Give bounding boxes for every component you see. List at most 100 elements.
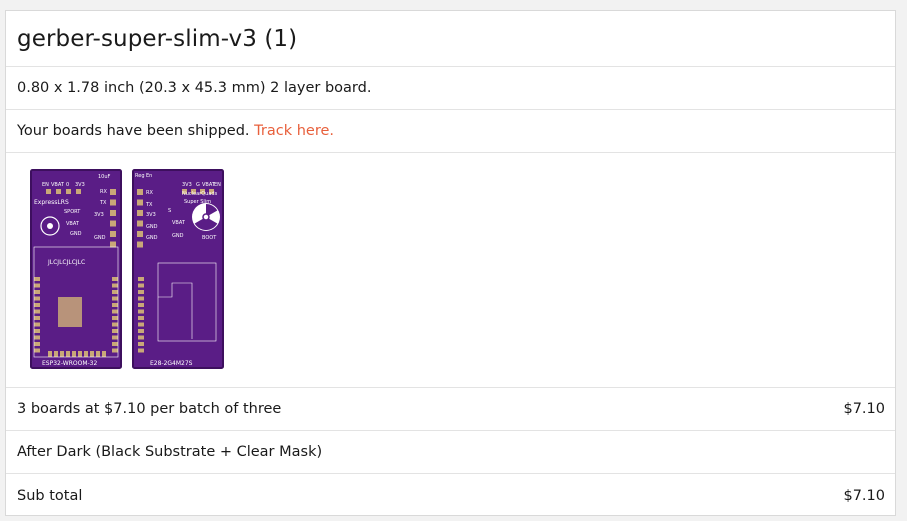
pcb-pad bbox=[138, 290, 144, 294]
board-size-row: 0.80 x 1.78 inch (20.3 x 45.3 mm) 2 laye… bbox=[6, 67, 895, 110]
top-silk-sport: SPORT bbox=[64, 209, 81, 215]
pcb-bottom-image[interactable]: Reg En 3V3 G VBAT EN RX NuclearQuads TX … bbox=[132, 169, 224, 369]
pcb-pad bbox=[90, 351, 94, 357]
pcb-pad bbox=[137, 220, 143, 227]
pcb-pad bbox=[110, 231, 116, 237]
bot-silk-gnd: GND bbox=[146, 224, 158, 230]
pcb-pad bbox=[34, 335, 40, 340]
bot-silk-rx: RX bbox=[146, 190, 153, 196]
pcb-pad bbox=[34, 329, 40, 333]
pcb-pad bbox=[112, 296, 118, 301]
pcb-pad bbox=[34, 296, 40, 301]
order-card: gerber-super-slim-v3 (1) 0.80 x 1.78 inc… bbox=[5, 10, 896, 516]
pcb-pad bbox=[110, 241, 116, 248]
line-item-price: $7.10 bbox=[843, 401, 885, 417]
pcb-pad bbox=[110, 220, 116, 227]
pcb-pad bbox=[110, 210, 116, 216]
order-title: gerber-super-slim-v3 (1) bbox=[17, 25, 298, 52]
pcb-pad bbox=[137, 210, 143, 216]
pcb-pad bbox=[138, 335, 144, 340]
pcb-pad bbox=[78, 351, 82, 357]
pcb-pad bbox=[112, 309, 118, 314]
pcb-pad bbox=[76, 189, 81, 194]
pcb-pad bbox=[112, 342, 118, 346]
pcb-pad bbox=[34, 277, 40, 281]
radiation-logo-icon bbox=[192, 203, 220, 231]
top-silk-3v3: 3V3 bbox=[75, 182, 85, 188]
track-link[interactable]: Track here. bbox=[254, 123, 334, 139]
pcb-pad bbox=[34, 309, 40, 314]
top-silk-vbat: VBAT bbox=[51, 182, 65, 188]
bot-silk-tx: TX bbox=[145, 202, 153, 208]
pcb-pad bbox=[66, 351, 70, 357]
pcb-pad bbox=[112, 348, 118, 353]
top-silk-en: EN bbox=[42, 182, 49, 188]
pcb-pad bbox=[138, 316, 144, 320]
pcb-pad bbox=[34, 322, 40, 327]
option-label: After Dark (Black Substrate + Clear Mask… bbox=[17, 444, 323, 460]
board-size-text: 0.80 x 1.78 inch (20.3 x 45.3 mm) 2 laye… bbox=[17, 80, 372, 96]
pcb-pad bbox=[138, 342, 144, 346]
pcb-pad bbox=[112, 283, 118, 288]
pcb-pad bbox=[112, 335, 118, 340]
pcb-pad bbox=[102, 351, 106, 357]
top-silk-jlc: JLCJLCJLCJLC bbox=[47, 259, 85, 266]
bot-silk-en: En bbox=[146, 173, 152, 179]
pcb-pad bbox=[137, 189, 143, 195]
pcb-pad bbox=[34, 316, 40, 320]
pcb-pad bbox=[34, 283, 40, 288]
order-header: gerber-super-slim-v3 (1) bbox=[6, 11, 895, 67]
pcb-pad bbox=[96, 351, 100, 357]
top-silk-0: 0 bbox=[66, 182, 69, 188]
shipping-status-row: Your boards have been shipped. Track her… bbox=[6, 110, 895, 153]
pcb-pad bbox=[112, 290, 118, 294]
bot-silk-gnd-3: GND bbox=[172, 233, 184, 239]
bot-silk-nuclearquads: NuclearQuads bbox=[182, 191, 218, 197]
top-silk-expresslrs: ExpressLRS bbox=[34, 199, 69, 206]
pcb-pad bbox=[112, 322, 118, 327]
pcb-pad bbox=[46, 189, 51, 194]
top-silk-vbat-2: VBAT bbox=[66, 221, 80, 227]
bot-silk-boot: BOOT bbox=[202, 235, 217, 241]
pcb-pad bbox=[72, 351, 76, 357]
pcb-pad bbox=[110, 199, 116, 206]
bot-silk-s: S bbox=[168, 208, 171, 214]
pcb-pad bbox=[112, 277, 118, 281]
pcb-pad bbox=[66, 189, 71, 194]
pcb-pad bbox=[138, 296, 144, 301]
pcb-pad bbox=[110, 189, 116, 195]
pcb-pad bbox=[54, 351, 58, 357]
bot-silk-vbat-2: VBAT bbox=[172, 220, 186, 226]
bot-silk-3v3: 3V3 bbox=[182, 182, 192, 188]
bot-silk-reg: Reg bbox=[135, 173, 145, 179]
pcb-pad bbox=[138, 322, 144, 327]
pcb-pad bbox=[138, 283, 144, 288]
pcb-pad bbox=[48, 351, 52, 357]
pcb-pad bbox=[138, 277, 144, 281]
pcb-pad bbox=[138, 329, 144, 333]
top-silk-3v3-2: 3V3 bbox=[94, 212, 104, 218]
bot-silk-module: E28-2G4M27S bbox=[150, 360, 193, 367]
board-images-row: EN VBAT 0 3V3 10uF RX TX ExpressLRS SPOR… bbox=[6, 153, 895, 388]
pcb-pad bbox=[34, 290, 40, 294]
subtotal-row: Sub total $7.10 bbox=[6, 474, 895, 517]
pcb-pad bbox=[112, 303, 118, 307]
pcb-pad bbox=[34, 342, 40, 346]
bot-silk-g: G bbox=[196, 182, 200, 188]
pcb-top-image[interactable]: EN VBAT 0 3V3 10uF RX TX ExpressLRS SPOR… bbox=[30, 169, 122, 369]
line-item-row: 3 boards at $7.10 per batch of three $7.… bbox=[6, 388, 895, 431]
pcb-pad bbox=[60, 351, 64, 357]
pcb-pad bbox=[112, 316, 118, 320]
pcb-pad bbox=[137, 241, 143, 248]
pcb-pad bbox=[137, 199, 143, 206]
pcb-pad bbox=[138, 303, 144, 307]
subtotal-price: $7.10 bbox=[843, 487, 885, 504]
top-silk-10uf: 10uF bbox=[98, 174, 111, 180]
bot-silk-en-2: EN bbox=[214, 182, 221, 188]
pcb-pad bbox=[84, 351, 88, 357]
subtotal-label: Sub total bbox=[17, 487, 83, 504]
top-silk-gnd-2: GND bbox=[94, 235, 106, 241]
pcb-pad bbox=[34, 348, 40, 353]
shipped-text: Your boards have been shipped. bbox=[17, 123, 255, 139]
pcb-pad bbox=[138, 348, 144, 353]
